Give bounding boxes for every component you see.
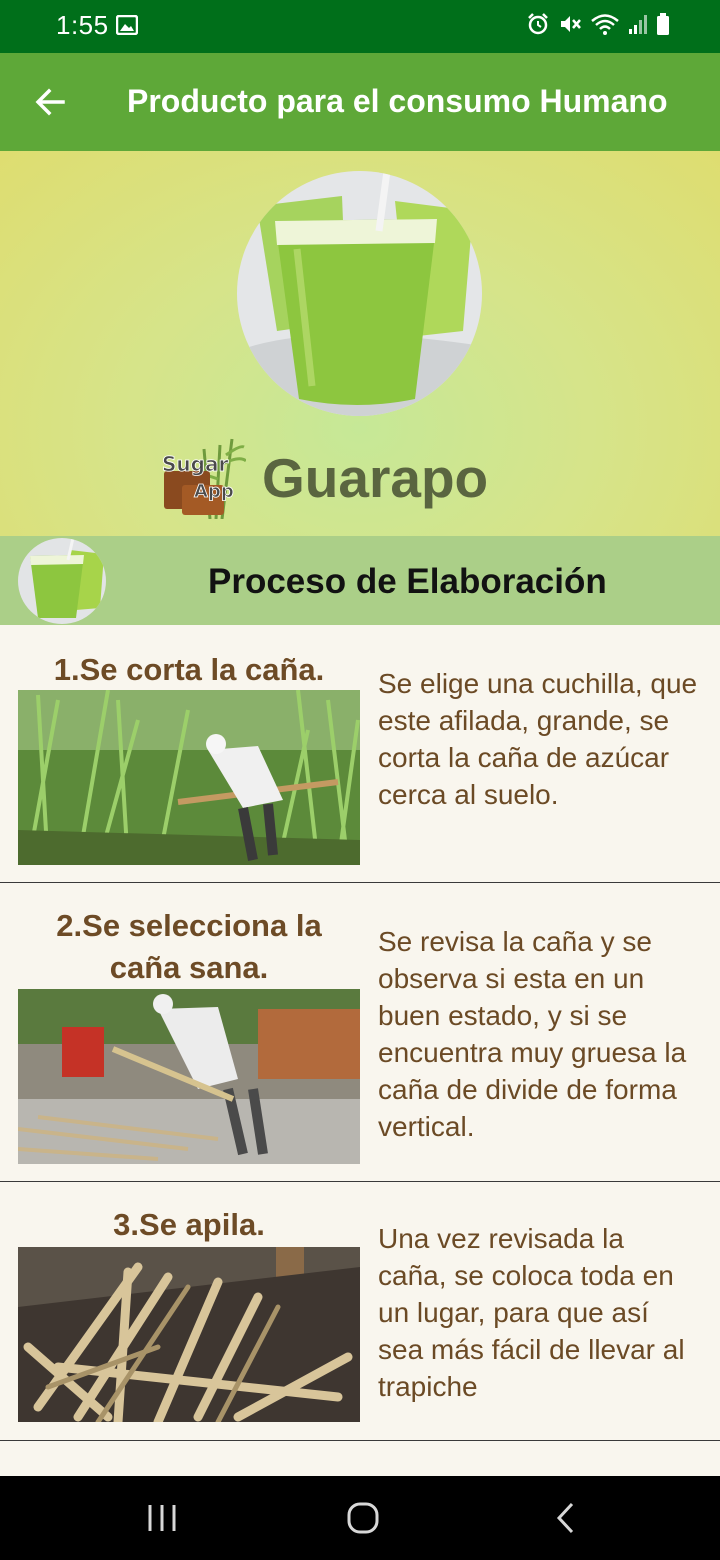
step-title: 3.Se apila. [113, 1207, 265, 1242]
status-bar: 1:55 [0, 0, 720, 53]
logo-text-bottom: App [194, 481, 234, 502]
step-card: 2.Se selecciona la caña sana. Se revisa … [0, 883, 720, 1182]
product-name: Guarapo [262, 447, 489, 509]
system-back-button[interactable] [535, 1494, 595, 1542]
back-button[interactable] [26, 78, 74, 126]
home-button[interactable] [333, 1494, 393, 1542]
product-hero: Sugar App Guarapo [0, 151, 720, 536]
step-card: 1.Se corta la caña. Se elige una cuchill… [0, 625, 720, 883]
home-icon [347, 1502, 379, 1534]
arrow-left-icon [35, 88, 65, 116]
step-description: Se elige una cuchilla, que este afilada,… [378, 668, 698, 810]
recents-icon [148, 1505, 176, 1531]
recents-button[interactable] [132, 1494, 192, 1542]
step-photo-selection [18, 989, 360, 1164]
step-description: Una vez revisada la caña, se coloca toda… [378, 1223, 685, 1402]
step-card: 3.Se apila. Una vez revisada la caña, se… [0, 1182, 720, 1441]
page-title: Producto para el consumo Humano [127, 83, 668, 119]
mute-icon [561, 16, 581, 32]
status-icons [526, 12, 670, 36]
step-title: 1.Se corta la caña. [53, 652, 325, 687]
chevron-left-icon [556, 1502, 574, 1534]
logo-text-top: Sugar [162, 452, 228, 476]
step-title: 2.Se selecciona la caña sana. [56, 908, 322, 985]
signal-icon [629, 15, 647, 34]
wifi-icon [591, 14, 619, 35]
sugar-app-logo: Sugar App [160, 435, 248, 520]
alarm-icon [528, 13, 548, 35]
step-photo-stacking [18, 1247, 360, 1422]
guarapo-photo [237, 171, 482, 416]
app-bar: Producto para el consumo Humano [0, 53, 720, 151]
section-header: Proceso de Elaboración [0, 536, 720, 625]
image-icon [116, 15, 138, 35]
section-title: Proceso de Elaboración [208, 562, 607, 601]
step-photo-cutting [18, 690, 360, 865]
battery-icon [657, 13, 669, 35]
section-thumbnail [18, 538, 106, 624]
navigation-bar [0, 1476, 720, 1560]
status-time: 1:55 [56, 10, 109, 40]
step-description: Se revisa la caña y se observa si esta e… [378, 926, 687, 1142]
